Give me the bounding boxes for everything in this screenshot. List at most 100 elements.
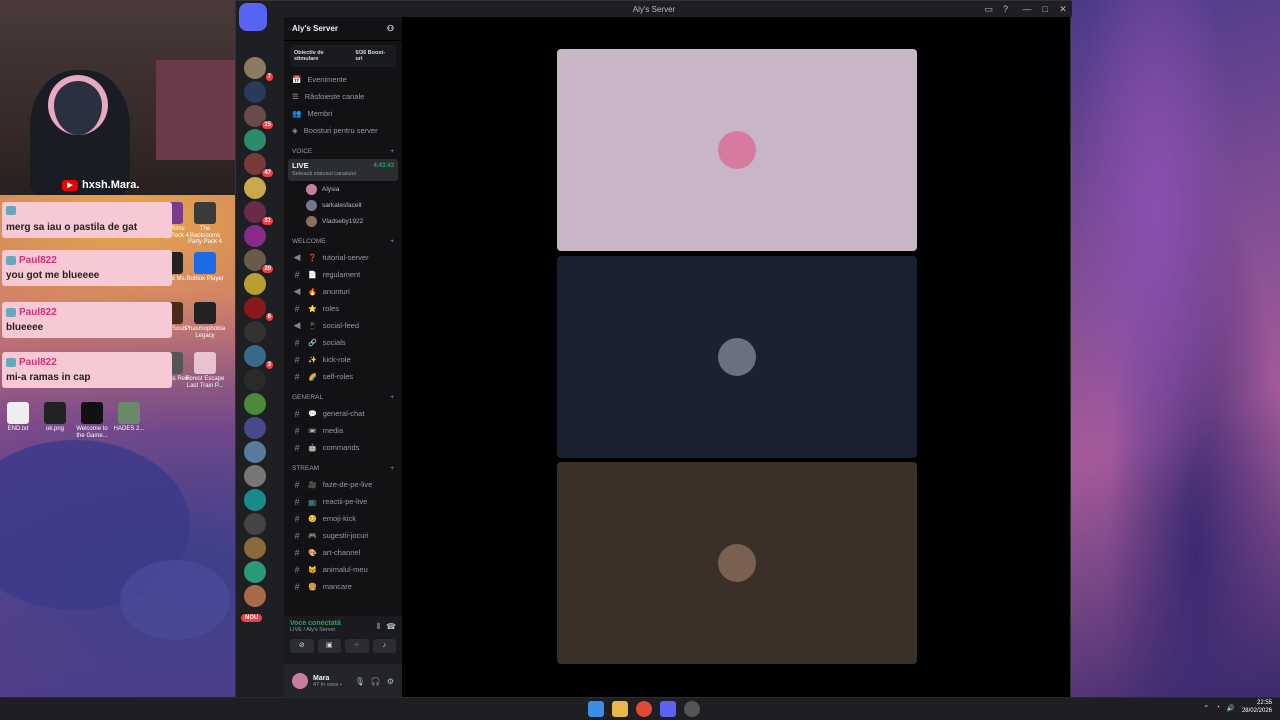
minimize-button[interactable]: — <box>1018 1 1036 17</box>
channel-sugestii-jocuri[interactable]: # 🎮 sugestii-jocuri <box>284 527 402 544</box>
server-menu-item[interactable]: 📅 Evenimente <box>284 71 402 88</box>
server-icon[interactable] <box>244 81 266 103</box>
settings-gear-icon[interactable]: ⚙ <box>387 677 394 686</box>
channel-tutorial-server[interactable]: ◀ ❓ tutorial-server <box>284 249 402 266</box>
server-menu-item[interactable]: 👥 Membri <box>284 105 402 122</box>
close-button[interactable]: ✕ <box>1054 1 1072 17</box>
desktop-icon[interactable]: Welcome to the Game... <box>72 402 112 439</box>
server-icon[interactable]: 7 <box>244 57 274 82</box>
participant-tile[interactable] <box>557 49 917 251</box>
voice-user-row[interactable]: Alysia <box>284 181 402 197</box>
voice-user-row[interactable]: Vladseby1922 <box>284 213 402 229</box>
server-icon[interactable] <box>244 177 266 199</box>
tray-chevron-icon[interactable]: ⌃ <box>1203 704 1208 712</box>
voice-channel-live[interactable]: LIVE 4:43:43 Setează statusul canalului <box>288 159 398 181</box>
add-channel-icon[interactable]: + <box>390 394 394 401</box>
server-icon[interactable] <box>244 585 266 607</box>
server-icon[interactable] <box>244 417 266 439</box>
voice-channel-label[interactable]: LIVE / Aly's Server <box>290 627 341 633</box>
server-icon[interactable]: 31 <box>244 201 274 226</box>
add-channel-icon[interactable]: + <box>390 148 394 155</box>
server-icon[interactable] <box>244 273 266 295</box>
channel-category[interactable]: GENERAL + <box>284 389 402 405</box>
channel-faze-de-pe-live[interactable]: # 🎥 faze-de-pe-live <box>284 476 402 493</box>
channel-general-chat[interactable]: # 💬 general-chat <box>284 405 402 422</box>
add-channel-icon[interactable]: + <box>390 238 394 245</box>
server-icon[interactable] <box>244 129 266 151</box>
activities-button[interactable]: ⁘ <box>345 639 369 653</box>
camera-button[interactable]: ⊘ <box>290 639 314 653</box>
server-icon[interactable] <box>244 537 266 559</box>
channel-emoji-kick[interactable]: # 😊 emoji-kick <box>284 510 402 527</box>
server-menu-item[interactable]: ☰ Răsfoiește canale <box>284 88 402 105</box>
disconnect-icon[interactable]: ☎ <box>386 622 396 632</box>
category-voice[interactable]: VOICE + <box>284 143 402 159</box>
channel-social-feed[interactable]: ◀ 📱 social-feed <box>284 317 402 334</box>
channel-status[interactable]: Setează statusul canalului <box>292 171 394 177</box>
inbox-icon[interactable]: ▭ <box>984 1 993 17</box>
server-icon[interactable] <box>244 441 266 463</box>
server-icon[interactable] <box>244 225 266 247</box>
add-member-icon[interactable]: ⚇ <box>387 24 394 33</box>
desktop-icon[interactable]: Phasmophobia Legacy <box>185 302 225 339</box>
server-icon[interactable] <box>244 393 266 415</box>
file-explorer-icon[interactable] <box>612 701 628 717</box>
server-icon[interactable] <box>244 489 266 511</box>
add-channel-icon[interactable]: + <box>390 465 394 472</box>
screen-share-button[interactable]: ▣ <box>317 639 341 653</box>
volume-icon[interactable]: 🔊 <box>1227 704 1235 712</box>
soundboard-button[interactable]: ♪ <box>372 639 396 653</box>
desktop-icon[interactable]: END.txt <box>0 402 38 433</box>
discord-home-icon[interactable] <box>239 3 267 31</box>
server-icon[interactable]: 47 <box>244 153 274 178</box>
clock[interactable]: 22:55 28/02/2026 <box>1242 700 1272 715</box>
help-icon[interactable]: ? <box>1003 1 1008 17</box>
channel-socials[interactable]: # 🔗 socials <box>284 334 402 351</box>
channel-media[interactable]: # 📼 media <box>284 422 402 439</box>
server-icon[interactable]: 15 <box>244 105 274 130</box>
channel-category[interactable]: STREAM + <box>284 460 402 476</box>
voice-user-row[interactable]: sarkalesfacelt <box>284 197 402 213</box>
desktop-icon[interactable]: ok.png <box>35 402 75 433</box>
server-icon[interactable] <box>244 465 266 487</box>
server-icon[interactable] <box>244 561 266 583</box>
discord-taskbar-icon[interactable] <box>660 701 676 717</box>
server-icon[interactable]: 3 <box>244 345 274 370</box>
server-menu-item[interactable]: ◈ Boosturi pentru server <box>284 122 402 139</box>
desktop-icon[interactable]: The Backrooms Party Pack 4 <box>185 202 225 246</box>
desktop-icon[interactable]: Forest Escape Last Train P... <box>185 352 225 389</box>
boost-goal[interactable]: Obiectiv de stimulare 0/36 Boost-uri <box>290 45 396 67</box>
server-icon[interactable]: 6 <box>244 297 274 322</box>
settings-taskbar-icon[interactable] <box>684 701 700 717</box>
channel-category[interactable]: WELCOME + <box>284 233 402 249</box>
channel-reactii-pe-live[interactable]: # 📺 reactii-pe-live <box>284 493 402 510</box>
channel-commands[interactable]: # 🤖 commands <box>284 439 402 456</box>
windows-start-icon[interactable] <box>588 701 604 717</box>
wifi-icon[interactable]: ◔ <box>1216 704 1220 711</box>
voice-user-avatar <box>306 183 317 195</box>
chrome-icon[interactable] <box>636 701 652 717</box>
channel-anunturi[interactable]: ◀ 🔥 anunturi <box>284 283 402 300</box>
channel-self-roles[interactable]: # 🌈 self-roles <box>284 368 402 385</box>
microphone-icon[interactable]: 🎙 <box>355 677 365 686</box>
channel-name: hxsh.Mara. <box>82 179 140 191</box>
user-avatar[interactable] <box>292 673 308 689</box>
channel-art-channel[interactable]: # 🎨 art-channel <box>284 544 402 561</box>
channel-roles[interactable]: # ⭐ roles <box>284 300 402 317</box>
channel-regulament[interactable]: # 📄 regulament <box>284 266 402 283</box>
participant-tile[interactable] <box>557 462 917 664</box>
server-icon[interactable] <box>244 369 266 391</box>
server-icon[interactable]: 20 <box>244 249 274 274</box>
desktop-icon[interactable]: HADES 2... <box>109 402 149 433</box>
channel-animalul-meu[interactable]: # 🐱 animalul-meu <box>284 561 402 578</box>
headphones-icon[interactable]: 🎧 <box>371 677 381 686</box>
channel-kick-role[interactable]: # ✨ kick-role <box>284 351 402 368</box>
server-icon[interactable] <box>244 321 266 343</box>
channel-mancare[interactable]: # 🍔 mancare <box>284 578 402 595</box>
desktop-icon[interactable]: Roblox Player <box>185 252 225 283</box>
maximize-button[interactable]: □ <box>1036 1 1054 17</box>
noise-suppression-icon[interactable]: ⦀ <box>377 622 381 632</box>
server-header[interactable]: Aly's Server ⚇ <box>284 17 402 41</box>
participant-tile[interactable] <box>557 256 917 458</box>
server-icon[interactable] <box>244 513 266 535</box>
